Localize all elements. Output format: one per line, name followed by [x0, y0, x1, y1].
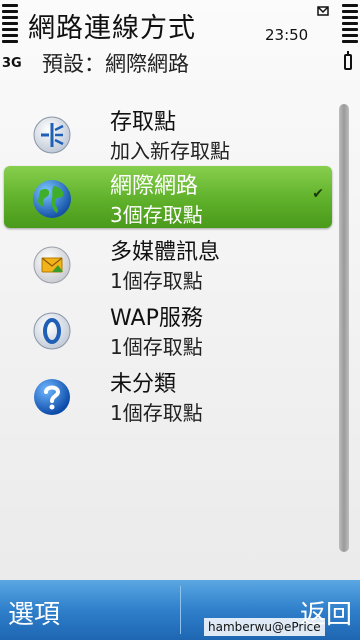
connection-list: 存取點 加入新存取點 網際網路 3個存取點 ✔ 多媒體訊息 1個存取點 WAP服… [0, 98, 340, 426]
item-subtitle: 1個存取點 [110, 401, 203, 425]
item-title: 多媒體訊息 [110, 240, 221, 265]
signal-strength-icon [2, 4, 18, 46]
wap-icon [33, 312, 71, 350]
watermark: hamberwu@ePrice [204, 618, 325, 636]
network-type-label: 3G [2, 56, 22, 71]
list-item-wap[interactable]: WAP服務 1個存取點 [0, 294, 340, 360]
item-title: 存取點 [110, 110, 177, 135]
status-bar-left: 3G [0, 0, 22, 100]
help-icon [34, 379, 70, 415]
default-connection-label: 預設：網際網路 [42, 52, 189, 76]
battery-level-icon [342, 4, 358, 46]
checkmark-icon: ✔ [312, 186, 324, 202]
list-item-mms[interactable]: 多媒體訊息 1個存取點 [0, 228, 340, 294]
options-softkey[interactable]: 選項 [8, 594, 60, 631]
list-item-uncategorized[interactable]: 未分類 1個存取點 [0, 360, 340, 426]
page-title: 網路連線方式 [28, 13, 196, 44]
mms-icon [33, 246, 71, 284]
item-title: 未分類 [110, 372, 177, 397]
list-item-internet[interactable]: 網際網路 3個存取點 ✔ [4, 166, 332, 228]
item-subtitle: 3個存取點 [110, 203, 203, 227]
envelope-icon [317, 6, 329, 16]
access-point-icon [33, 116, 71, 154]
scrollbar[interactable] [339, 104, 349, 552]
item-title: 網際網路 [110, 174, 199, 199]
list-item-access-point[interactable]: 存取點 加入新存取點 [0, 98, 340, 164]
globe-icon [33, 180, 71, 218]
item-subtitle: 1個存取點 [110, 269, 203, 293]
item-subtitle: 加入新存取點 [110, 139, 230, 163]
item-title: WAP服務 [110, 306, 203, 331]
softkey-divider [180, 586, 181, 634]
battery-icon [344, 51, 352, 70]
clock: 23:50 [265, 26, 309, 44]
item-subtitle: 1個存取點 [110, 335, 203, 359]
